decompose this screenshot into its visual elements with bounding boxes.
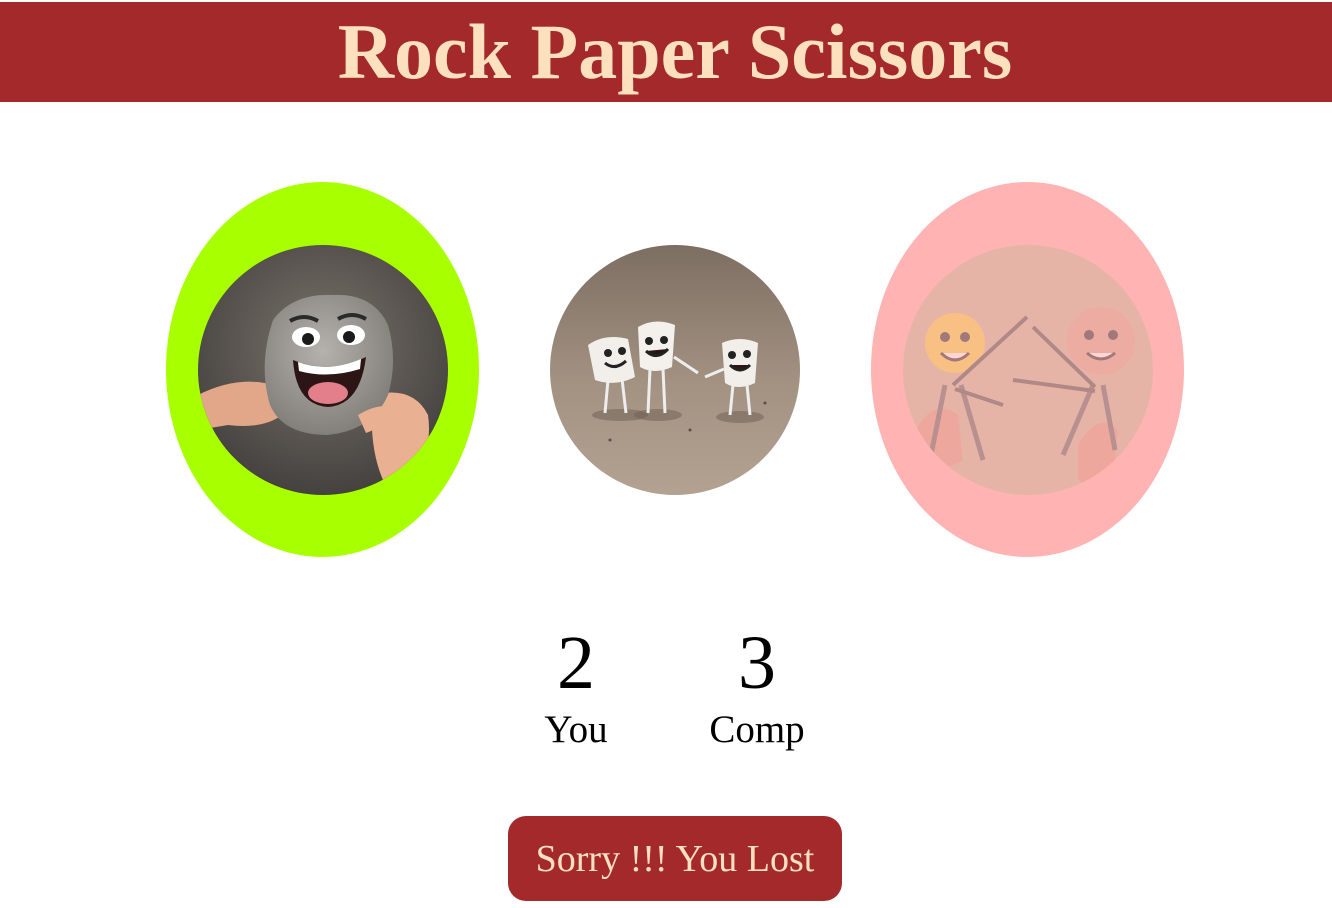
game-page: Rock Paper Scissors 2 You 3 Comp Sorry !… [0,0,1332,908]
user-score-label: You [544,708,608,751]
choice-rock[interactable] [166,182,479,557]
user-score: 2 You [516,620,636,754]
comp-score-label: Comp [709,708,805,751]
scissors-figures-icon [902,244,1153,495]
choice-scissors[interactable] [871,182,1184,557]
choice-paper[interactable] [550,245,800,495]
header-bar: Rock Paper Scissors [0,2,1332,102]
comp-score: 3 Comp [687,620,827,754]
result-message-text: Sorry !!! You Lost [535,837,815,880]
user-score-value: 2 [557,621,595,705]
comp-score-value: 3 [738,621,776,705]
page-title: Rock Paper Scissors [337,8,1013,95]
paper-figures-icon [550,245,800,495]
result-message: Sorry !!! You Lost [508,816,842,901]
rock-face-icon [197,244,448,495]
